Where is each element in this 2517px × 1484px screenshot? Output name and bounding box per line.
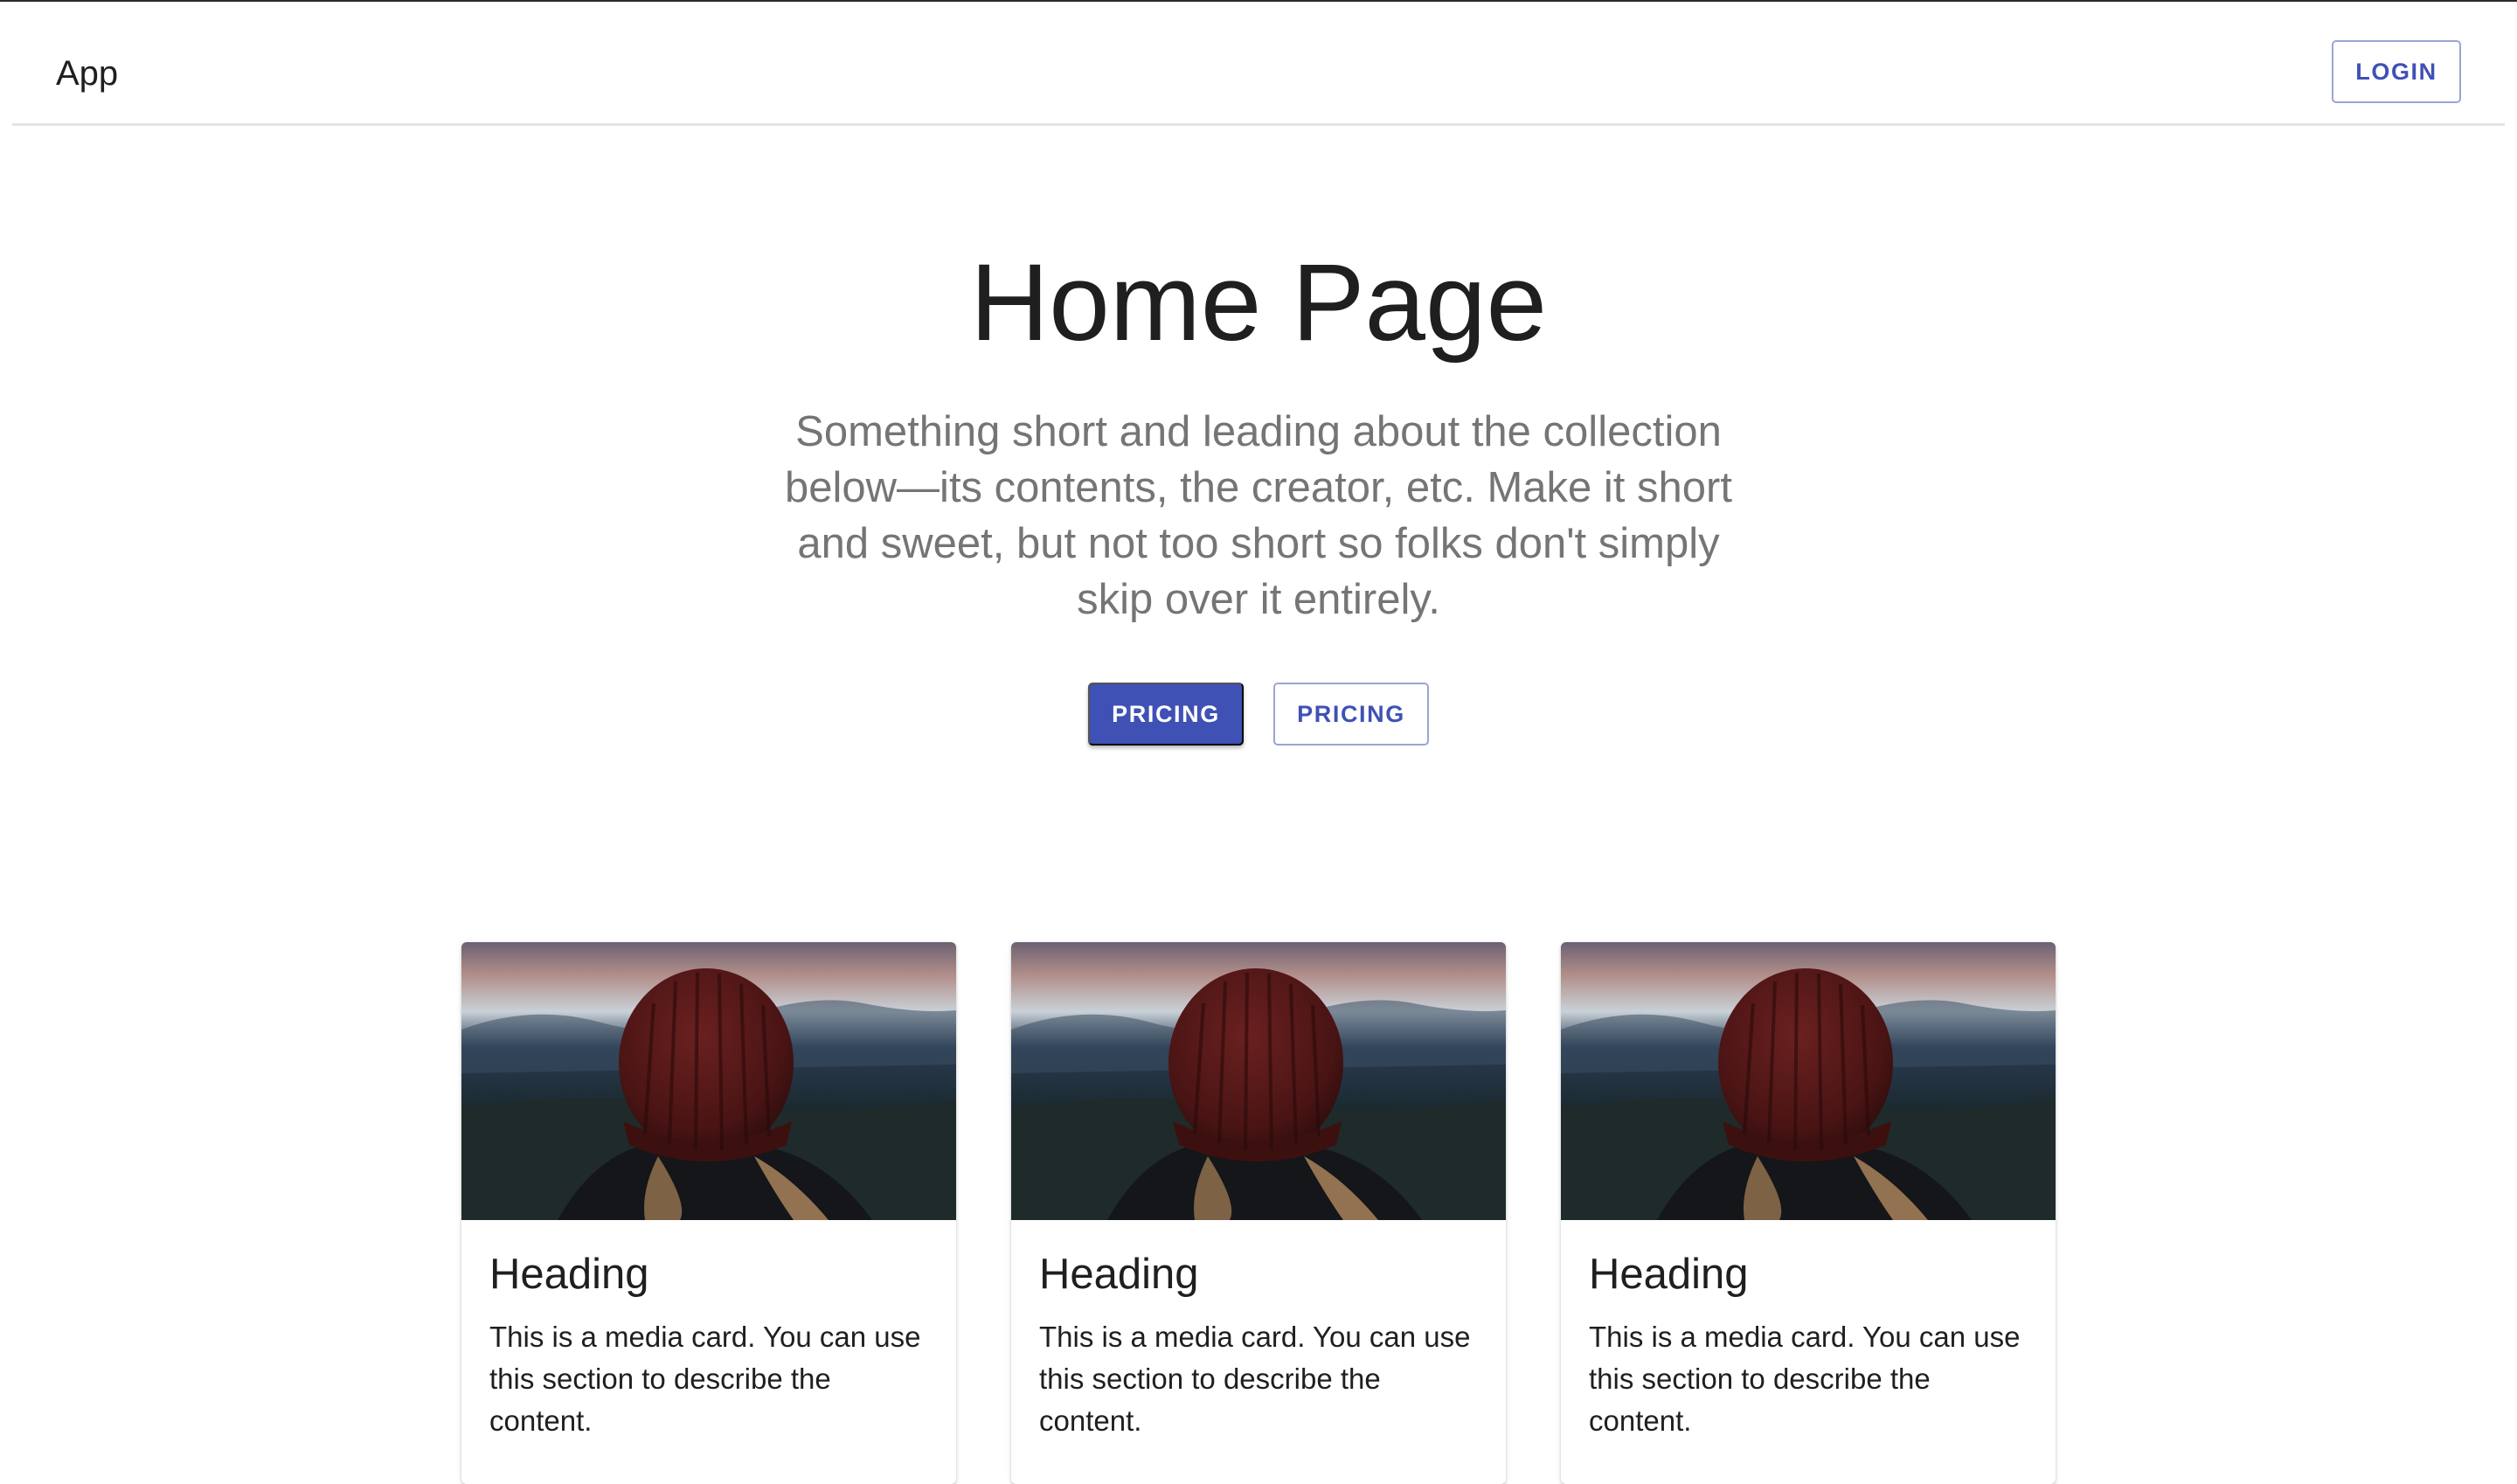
pricing-primary-button[interactable]: PRICING xyxy=(1088,683,1244,745)
card-description: This is a media card. You can use this s… xyxy=(1039,1321,1471,1437)
app-title: App xyxy=(56,54,119,93)
media-card: Heading This is a media card. You can us… xyxy=(1011,942,1506,1484)
card-image-icon xyxy=(461,942,956,1220)
card-image-icon xyxy=(1011,942,1506,1220)
card-heading: Heading xyxy=(1589,1251,1749,1298)
page-title: Home Page xyxy=(969,242,1548,364)
card-image-icon xyxy=(1561,942,2056,1220)
pricing-secondary-button[interactable]: PRICING xyxy=(1273,683,1429,745)
media-card: Heading This is a media card. You can us… xyxy=(1561,942,2056,1484)
app-bar: App LOGIN xyxy=(12,2,2505,126)
hero-buttons: PRICING PRICING xyxy=(0,683,2517,745)
media-card: Heading This is a media card. You can us… xyxy=(461,942,956,1484)
login-button[interactable]: LOGIN xyxy=(2332,40,2461,103)
card-heading: Heading xyxy=(489,1251,649,1298)
card-description: This is a media card. You can use this s… xyxy=(489,1321,921,1437)
card-heading: Heading xyxy=(1039,1251,1199,1298)
card-description: This is a media card. You can use this s… xyxy=(1589,1321,2021,1437)
hero-subtitle: Something short and leading about the co… xyxy=(785,408,1732,623)
